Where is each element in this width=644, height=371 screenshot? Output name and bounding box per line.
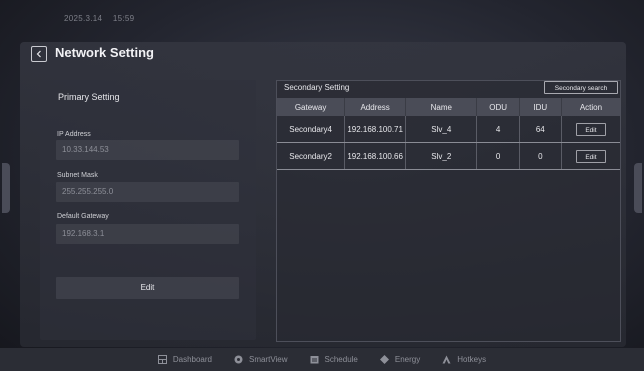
smartview-icon bbox=[234, 355, 243, 364]
primary-setting-title: Primary Setting bbox=[58, 92, 120, 102]
page-title: Network Setting bbox=[55, 45, 154, 60]
nav-label-hotkeys: Hotkeys bbox=[457, 355, 487, 364]
cell-action: Edit bbox=[561, 116, 620, 143]
cell-address: 192.168.100.71 bbox=[344, 116, 407, 143]
nav-item-energy[interactable]: Energy bbox=[379, 355, 421, 364]
schedule-icon bbox=[310, 356, 319, 364]
primary-setting-card bbox=[40, 80, 256, 340]
cell-name: Slv_4 bbox=[405, 116, 478, 143]
cell-odu: 4 bbox=[476, 116, 520, 143]
cell-action: Edit bbox=[561, 142, 620, 170]
ip-address-label: IP Address bbox=[57, 131, 91, 138]
energy-icon bbox=[379, 355, 389, 364]
status-bar: 2025.3.14 15:59 bbox=[64, 14, 142, 23]
default-gateway-label: Default Gateway bbox=[57, 213, 109, 220]
cell-odu: 0 bbox=[476, 142, 520, 170]
nav-item-hotkeys[interactable]: Hotkeys bbox=[442, 355, 486, 364]
hotkeys-icon bbox=[442, 355, 451, 364]
status-time: 15:59 bbox=[112, 14, 135, 23]
secondary-table: Gateway Address Name ODU IDU Action Seco… bbox=[277, 98, 620, 170]
status-date: 2025.3.14 bbox=[64, 14, 103, 23]
column-header-gateway: Gateway bbox=[277, 98, 346, 116]
nav-item-dashboard[interactable]: Dashboard bbox=[157, 355, 212, 364]
cell-gateway: Secondary2 bbox=[277, 142, 346, 170]
edit-primary-button[interactable]: Edit bbox=[56, 277, 239, 299]
table-row: Secondary4 192.168.100.71 Slv_4 4 64 Edi… bbox=[277, 116, 620, 143]
subnet-mask-field[interactable]: 255.255.255.0 bbox=[56, 182, 239, 202]
bottom-nav: Dashboard SmartView Schedule Energy Hotk… bbox=[0, 348, 644, 371]
left-drawer-handle[interactable] bbox=[2, 163, 10, 213]
table-header-row: Gateway Address Name ODU IDU Action bbox=[277, 98, 620, 116]
nav-label-schedule: Schedule bbox=[324, 355, 358, 364]
column-header-name: Name bbox=[405, 98, 478, 116]
right-drawer-handle[interactable] bbox=[634, 163, 642, 213]
table-row: Secondary2 192.168.100.66 Slv_2 0 0 Edit bbox=[277, 142, 620, 170]
default-gateway-field[interactable]: 192.168.3.1 bbox=[56, 224, 239, 244]
column-header-address: Address bbox=[344, 98, 407, 116]
nav-label-smartview: SmartView bbox=[248, 355, 288, 364]
column-header-odu: ODU bbox=[476, 98, 520, 116]
ip-address-field[interactable]: 10.33.144.53 bbox=[56, 140, 239, 160]
subnet-mask-label: Subnet Mask bbox=[57, 172, 98, 179]
chevron-left-icon bbox=[36, 50, 41, 58]
secondary-setting-title: Secondary Setting bbox=[284, 83, 350, 92]
column-header-action: Action bbox=[561, 98, 620, 116]
cell-idu: 64 bbox=[519, 116, 562, 143]
cell-name: Slv_2 bbox=[405, 142, 478, 170]
dashboard-icon bbox=[157, 355, 167, 364]
row-edit-button[interactable]: Edit bbox=[575, 122, 606, 136]
nav-item-smartview[interactable]: SmartView bbox=[234, 355, 288, 364]
nav-item-schedule[interactable]: Schedule bbox=[310, 355, 358, 364]
cell-gateway: Secondary4 bbox=[277, 116, 346, 143]
row-edit-button[interactable]: Edit bbox=[575, 149, 606, 163]
secondary-search-button[interactable]: Secondary search bbox=[544, 81, 618, 94]
nav-label-energy: Energy bbox=[394, 355, 421, 364]
cell-idu: 0 bbox=[519, 142, 562, 170]
cell-address: 192.168.100.66 bbox=[344, 142, 407, 170]
column-header-idu: IDU bbox=[519, 98, 562, 116]
nav-label-dashboard: Dashboard bbox=[172, 355, 212, 364]
back-button[interactable] bbox=[31, 46, 47, 62]
